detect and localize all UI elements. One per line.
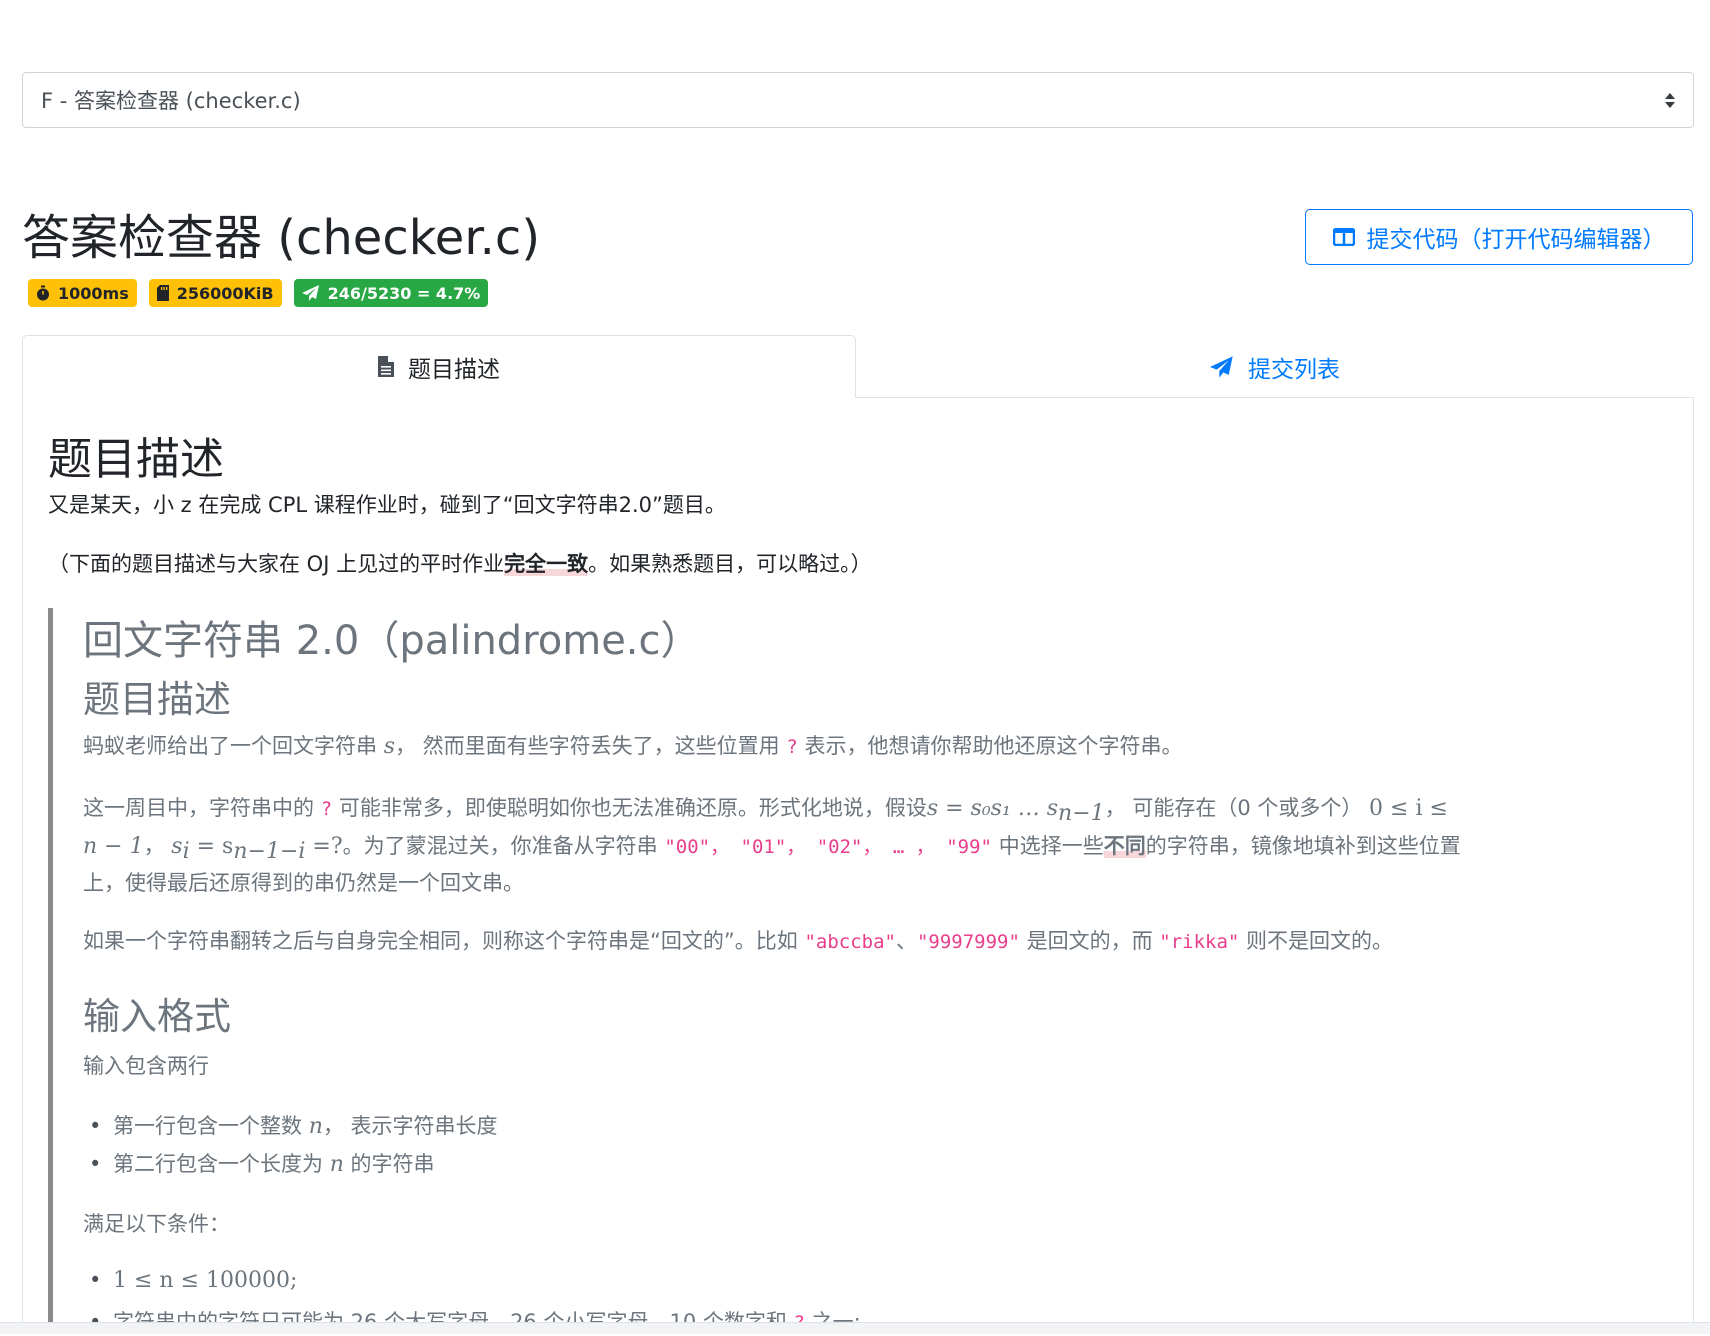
quote-paragraph-2-line-3: 上，使得最后还原得到的串仍然是一个回文串。 [83,871,524,895]
conditions-text: 满足以下条件： [83,1212,230,1236]
file-text-icon [378,356,394,377]
tab-description[interactable]: 题目描述 [22,335,856,398]
memory-limit-badge: 256000KiB [148,279,282,307]
paper-plane-icon [1210,355,1233,378]
quote-desc-heading: 题目描述 [83,678,231,721]
problem-tabs: 题目描述 提交列表 [22,335,1694,398]
problem-stats: 1000ms 256000KiB 246/5230 = 4.7% [28,279,489,307]
input-format-heading: 输入格式 [83,995,231,1038]
select-caret-icon [1665,92,1675,108]
problem-quote: 回文字符串 2.0（palindrome.c） 题目描述 蚂蚁老师给出了一个回文… [48,608,1653,1334]
stopwatch-icon [37,285,49,301]
time-limit-value: 1000ms [58,283,129,303]
quote-title: 回文字符串 2.0（palindrome.c） [83,618,701,664]
submit-code-label: 提交代码（打开代码编辑器） [1366,227,1666,253]
input-format-text: 输入包含两行 [83,1054,209,1078]
page-bottom-edge [0,1322,1710,1334]
section-heading: 题目描述 [48,434,224,485]
intro-text: 又是某天，小 z 在完成 CPL 课程作业时，碰到了“回文字符串2.0”题目。 [48,493,726,517]
acceptance-badge: 246/5230 = 4.7% [293,279,489,307]
list-item: 第一行包含一个整数 n， 表示字符串长度 [89,1110,498,1140]
quote-paragraph-2-line-2: n − 1， si = sn−1−i =?。为了蒙混过关，你准备从字符串 "00… [83,834,1461,865]
columns-icon [1332,228,1355,246]
tab-description-label: 题目描述 [408,356,500,383]
tab-submissions-label: 提交列表 [1248,356,1340,383]
page-title: 答案检查器 (checker.c) [22,210,541,266]
submit-code-button[interactable]: 提交代码（打开代码编辑器） [1305,209,1693,265]
paper-plane-icon [301,285,319,301]
quote-paragraph-1: 蚂蚁老师给出了一个回文字符串 s， 然而里面有些字符丢失了，这些位置用 ? 表示… [83,734,1183,759]
sd-card-icon [156,285,169,301]
quote-paragraph-2-line-1: 这一周目中，字符串中的 ? 可能非常多，即使聪明如你也无法准确还原。形式化地说，… [83,796,1448,827]
time-limit-badge: 1000ms [28,279,137,307]
note-text: （下面的题目描述与大家在 OJ 上见过的平时作业完全一致。如果熟悉题目，可以略过… [48,552,872,576]
problem-select-value: F - 答案检查器 (checker.c) [41,89,301,113]
tab-submissions[interactable]: 提交列表 [856,335,1694,398]
list-item: 1 ≤ n ≤ 100000; [89,1268,297,1293]
acceptance-value: 246/5230 = 4.7% [327,283,481,303]
quote-paragraph-3: 如果一个字符串翻转之后与自身完全相同，则称这个字符串是“回文的”。比如 "abc… [83,929,1394,953]
list-item: 第二行包含一个长度为 n 的字符串 [89,1148,435,1178]
problem-select[interactable]: F - 答案检查器 (checker.c) [22,72,1694,128]
memory-limit-value: 256000KiB [176,283,274,303]
